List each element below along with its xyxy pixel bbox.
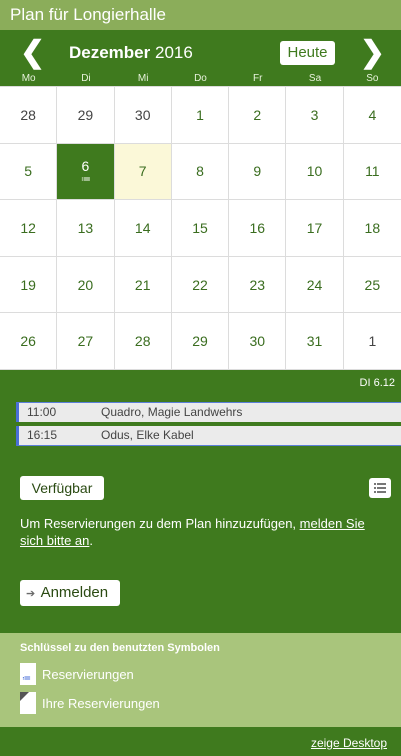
month-name: Dezember	[69, 43, 151, 62]
availability-section: Verfügbar Um Reservierungen zu dem Plan …	[0, 458, 401, 633]
app-title: Plan für Longierhalle	[0, 0, 401, 30]
day-cell[interactable]: 20	[57, 256, 115, 314]
day-cell[interactable]: 5	[0, 143, 58, 201]
day-cell[interactable]: 21	[114, 256, 172, 314]
day-cell[interactable]: 4	[343, 87, 401, 144]
day-cell[interactable]: 29	[171, 313, 230, 370]
day-cell[interactable]: 23	[229, 256, 287, 314]
day-number: 6	[81, 158, 90, 175]
symbol-key: Schlüssel zu den benutzten Symbolen ≔ Re…	[0, 633, 401, 727]
key-label: Ihre Reservierungen	[42, 695, 160, 711]
day-cell[interactable]: 28	[114, 313, 172, 370]
key-label: Reservierungen	[42, 666, 134, 682]
event-list: 11:00 Quadro, Magie Landwehrs 16:15 Odus…	[0, 396, 401, 458]
own-reservation-icon	[20, 692, 36, 714]
login-button-label: Anmelden	[40, 584, 109, 601]
today-button[interactable]: Heute	[280, 41, 335, 65]
event-title: Quadro, Magie Landwehrs	[101, 405, 243, 419]
day-cell[interactable]: 16	[229, 200, 287, 257]
day-cell[interactable]: 29	[57, 87, 115, 144]
available-button[interactable]: Verfügbar	[20, 476, 104, 500]
day-cell[interactable]: 24	[286, 256, 344, 314]
day-cell[interactable]: 31	[286, 313, 344, 370]
day-cell[interactable]: 10	[286, 143, 344, 201]
weekday-di: Di	[81, 73, 91, 84]
weekday-mi: Mi	[137, 73, 149, 84]
key-item-reservations: ≔ Reservierungen	[20, 663, 134, 685]
day-cell[interactable]: 1	[171, 87, 230, 144]
calendar-header: ❮ Dezember 2016 Heute ❯ Mo Di Mi Do Fr S…	[0, 30, 401, 86]
selected-date-label: DI 6.12	[359, 377, 395, 389]
year-label: 2016	[155, 43, 193, 62]
day-cell[interactable]: 27	[57, 313, 115, 370]
event-time: 11:00	[27, 405, 57, 419]
login-info-text: Um Reservierungen zu dem Plan hinzuzufüg…	[20, 515, 390, 549]
weekday-mo: Mo	[21, 73, 36, 84]
day-cell[interactable]: 22	[171, 256, 230, 314]
day-cell[interactable]: 12	[0, 200, 58, 257]
list-icon[interactable]	[369, 478, 391, 498]
event-item[interactable]: 11:00 Quadro, Magie Landwehrs	[16, 402, 401, 422]
info-prefix: Um Reservierungen zu dem Plan hinzuzufüg…	[20, 516, 300, 531]
info-suffix: .	[89, 533, 93, 548]
symbol-key-title: Schlüssel zu den benutzten Symbolen	[20, 642, 220, 654]
login-icon: ➔	[26, 588, 36, 600]
day-cell[interactable]: 11	[343, 144, 401, 201]
login-button[interactable]: ➔ Anmelden	[20, 580, 120, 606]
day-cell-selected[interactable]: 6 ≔	[57, 143, 115, 201]
day-cell[interactable]: 25	[343, 257, 401, 314]
day-cell[interactable]: 1	[343, 313, 401, 370]
event-time: 16:15	[27, 428, 58, 442]
day-cell[interactable]: 19	[0, 256, 58, 314]
day-cell[interactable]: 9	[229, 143, 287, 201]
key-item-own-reservations: Ihre Reservierungen	[20, 692, 160, 714]
day-cell[interactable]: 3	[286, 87, 344, 144]
weekday-do: Do	[194, 73, 207, 84]
day-cell-today[interactable]: 7	[114, 143, 172, 201]
weekday-fr: Fr	[253, 73, 263, 84]
day-cell[interactable]: 30	[229, 313, 287, 370]
day-cell[interactable]: 8	[171, 143, 230, 201]
reservation-icon: ≔	[80, 174, 91, 186]
reservation-icon: ≔	[20, 663, 36, 685]
day-cell[interactable]: 2	[229, 87, 287, 144]
month-label: Dezember 2016	[69, 42, 193, 64]
day-cell[interactable]: 30	[114, 87, 172, 144]
event-item[interactable]: 16:15 Odus, Elke Kabel	[16, 426, 401, 446]
day-cell[interactable]: 28	[0, 87, 58, 144]
chevron-right-icon[interactable]: ❯	[360, 38, 385, 68]
desktop-view-link[interactable]: zeige Desktop	[311, 736, 387, 750]
day-cell[interactable]: 26	[0, 313, 58, 370]
day-cell[interactable]: 18	[343, 200, 401, 257]
day-cell[interactable]: 15	[171, 200, 230, 257]
day-cell[interactable]: 13	[57, 200, 115, 257]
event-title: Odus, Elke Kabel	[101, 428, 194, 442]
weekday-header: Mo Di Mi Do Fr Sa So	[0, 72, 401, 86]
day-cell[interactable]: 17	[286, 200, 344, 257]
weekday-so: So	[366, 73, 379, 84]
weekday-sa: Sa	[308, 73, 322, 84]
chevron-left-icon[interactable]: ❮	[20, 38, 45, 68]
calendar-grid: 28 29 30 1 2 3 4 5 6 ≔ 7 8 9 10 11 12 13…	[0, 86, 401, 370]
day-cell[interactable]: 14	[114, 200, 172, 257]
selected-date-bar: DI 6.12	[0, 370, 401, 396]
footer: zeige Desktop	[0, 727, 401, 756]
